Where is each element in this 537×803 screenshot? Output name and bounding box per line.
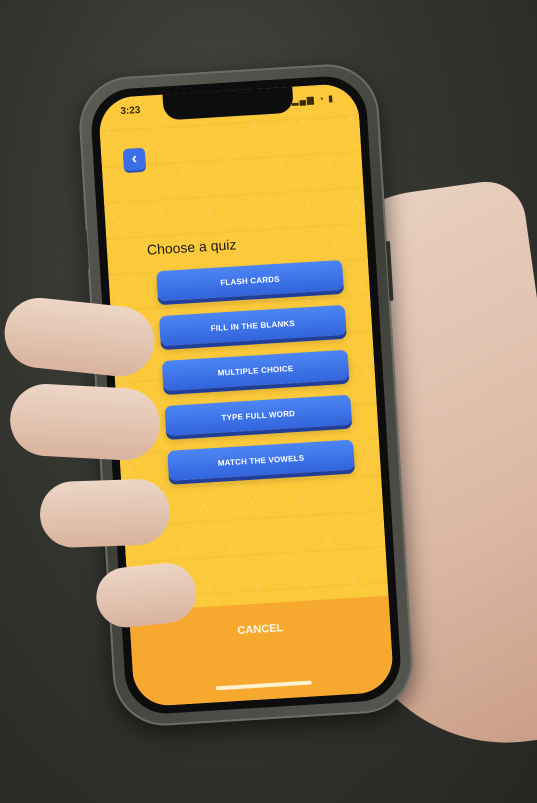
finger <box>8 382 162 462</box>
status-icons: ▂▄▆ ◔ ▮ <box>291 93 335 106</box>
status-time: 3:23 <box>120 104 141 118</box>
photo-scene: 3:23 ▂▄▆ ◔ ▮ ‹ Choose a quiz FLASH CARDS… <box>0 0 537 803</box>
type-full-word-button[interactable]: TYPE FULL WORD <box>164 394 353 436</box>
home-indicator[interactable] <box>215 680 312 691</box>
finger <box>38 478 172 549</box>
quiz-option-list: FLASH CARDS FILL IN THE BLANKS MULTIPLE … <box>156 259 355 496</box>
back-button[interactable]: ‹ <box>122 147 147 172</box>
chevron-left-icon: ‹ <box>131 150 138 168</box>
fill-in-the-blanks-button[interactable]: FILL IN THE BLANKS <box>159 304 347 347</box>
match-the-vowels-button[interactable]: MATCH THE VOWELS <box>167 439 355 481</box>
multiple-choice-button[interactable]: MULTIPLE CHOICE <box>161 349 350 392</box>
page-title: Choose a quiz <box>146 236 237 258</box>
flash-cards-button[interactable]: FLASH CARDS <box>156 259 344 302</box>
